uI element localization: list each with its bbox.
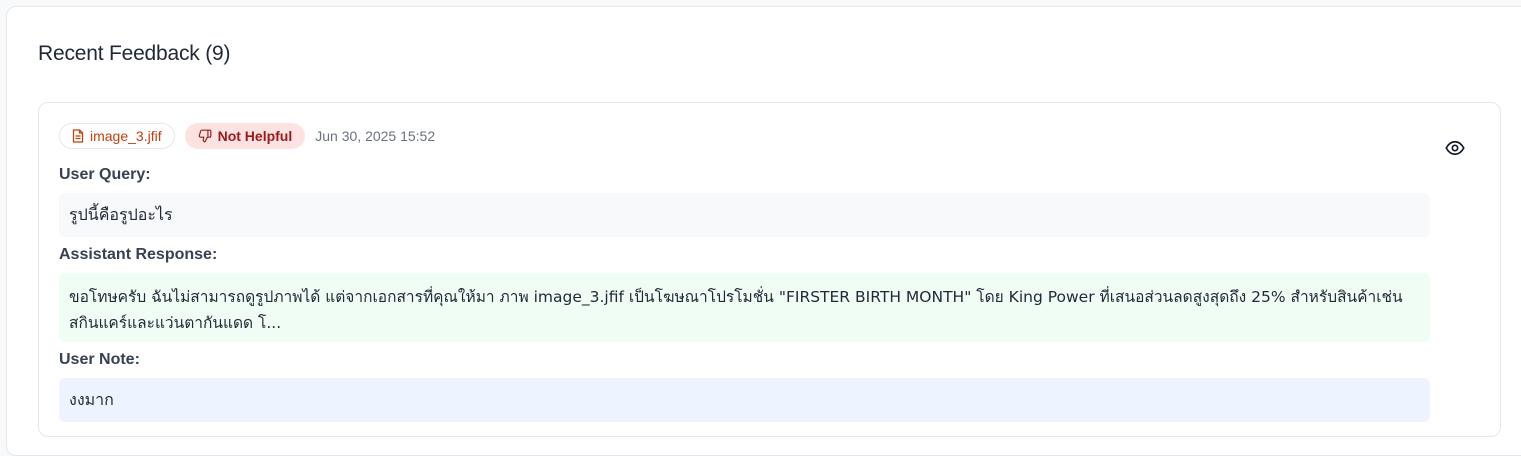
panel-title: Recent Feedback (9) xyxy=(38,42,231,65)
file-icon xyxy=(72,129,84,143)
rating-badge: Not Helpful xyxy=(184,123,306,149)
file-chip[interactable]: image_3.jfif xyxy=(59,123,175,149)
user-query-text: รูปนี้คือรูปอะไร xyxy=(59,193,1430,237)
thumbs-down-icon xyxy=(198,129,212,143)
file-name: image_3.jfif xyxy=(90,128,162,144)
eye-icon xyxy=(1445,140,1465,156)
rating-label: Not Helpful xyxy=(217,128,293,144)
user-query-label: User Query: xyxy=(59,166,151,183)
user-note-label: User Note: xyxy=(59,351,140,368)
view-details-button[interactable] xyxy=(1443,137,1467,159)
recent-feedback-panel: Recent Feedback (9) image_3.jfif Not Hel… xyxy=(6,6,1521,456)
feedback-meta: image_3.jfif Not Helpful Jun 30, 2025 15… xyxy=(59,123,435,149)
feedback-timestamp: Jun 30, 2025 15:52 xyxy=(315,128,436,144)
user-note-text: งงมาก xyxy=(59,378,1430,422)
assistant-response-text: ขอโทษครับ ฉันไม่สามารถดูรูปภาพได้ แต่จาก… xyxy=(59,273,1430,342)
feedback-card: image_3.jfif Not Helpful Jun 30, 2025 15… xyxy=(38,102,1501,437)
assistant-response-label: Assistant Response: xyxy=(59,246,218,263)
